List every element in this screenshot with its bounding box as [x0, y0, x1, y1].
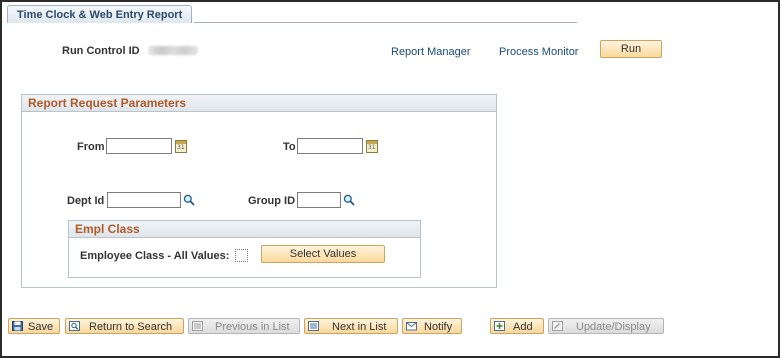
- page-frame: Time Clock & Web Entry Report Run Contro…: [0, 0, 780, 358]
- employee-class-all-values-label: Employee Class - All Values:: [80, 250, 230, 262]
- return-to-search-label: Return to Search: [89, 321, 173, 333]
- report-manager-link[interactable]: Report Manager: [391, 46, 471, 58]
- save-label: Save: [28, 321, 54, 333]
- to-calendar-icon[interactable]: 31: [366, 140, 378, 153]
- dept-id-lookup-icon[interactable]: [183, 194, 195, 206]
- next-in-list-icon: [308, 321, 319, 331]
- notify-label: Notify: [424, 321, 453, 333]
- update-display-label: Update/Display: [576, 321, 651, 333]
- update-display-button[interactable]: Update/Display: [548, 318, 664, 334]
- return-to-search-button[interactable]: Return to Search: [65, 318, 184, 334]
- run-control-id-value: [148, 46, 198, 55]
- page-tab[interactable]: Time Clock & Web Entry Report: [7, 5, 193, 23]
- save-button[interactable]: Save: [8, 318, 60, 334]
- to-date-input[interactable]: [297, 138, 363, 154]
- previous-in-list-button[interactable]: Previous in List: [188, 318, 300, 334]
- update-display-icon: [552, 321, 563, 331]
- return-to-search-icon: [69, 321, 80, 331]
- add-label: Add: [513, 321, 533, 333]
- select-values-button[interactable]: Select Values: [261, 245, 385, 263]
- from-label: From: [77, 141, 105, 153]
- notify-button[interactable]: Notify: [402, 318, 462, 334]
- dept-id-label: Dept Id: [67, 195, 105, 207]
- add-icon: [494, 321, 505, 331]
- next-in-list-label: Next in List: [332, 321, 387, 333]
- run-control-label: Run Control ID: [62, 45, 140, 57]
- previous-in-list-icon: [192, 321, 203, 331]
- process-monitor-link[interactable]: Process Monitor: [499, 46, 578, 58]
- from-calendar-icon[interactable]: 31: [175, 140, 187, 153]
- run-button[interactable]: Run: [600, 40, 662, 58]
- add-button[interactable]: Add: [490, 318, 544, 334]
- group-id-lookup-icon[interactable]: [343, 194, 355, 206]
- group-id-label: Group ID: [248, 195, 296, 207]
- from-date-input[interactable]: [106, 138, 172, 154]
- calendar-glyph: 31: [177, 144, 185, 151]
- dept-id-input[interactable]: [107, 192, 181, 208]
- report-request-parameters-header: Report Request Parameters: [22, 95, 496, 112]
- save-icon: [12, 321, 23, 331]
- to-label: To: [283, 141, 296, 153]
- empl-class-header: Empl Class: [69, 221, 420, 238]
- notify-icon: [406, 322, 417, 331]
- calendar-glyph: 31: [368, 144, 376, 151]
- employee-class-all-values-checkbox[interactable]: [235, 249, 248, 262]
- previous-in-list-label: Previous in List: [215, 321, 290, 333]
- group-id-input[interactable]: [297, 192, 341, 208]
- tab-divider: [194, 22, 577, 23]
- next-in-list-button[interactable]: Next in List: [304, 318, 398, 334]
